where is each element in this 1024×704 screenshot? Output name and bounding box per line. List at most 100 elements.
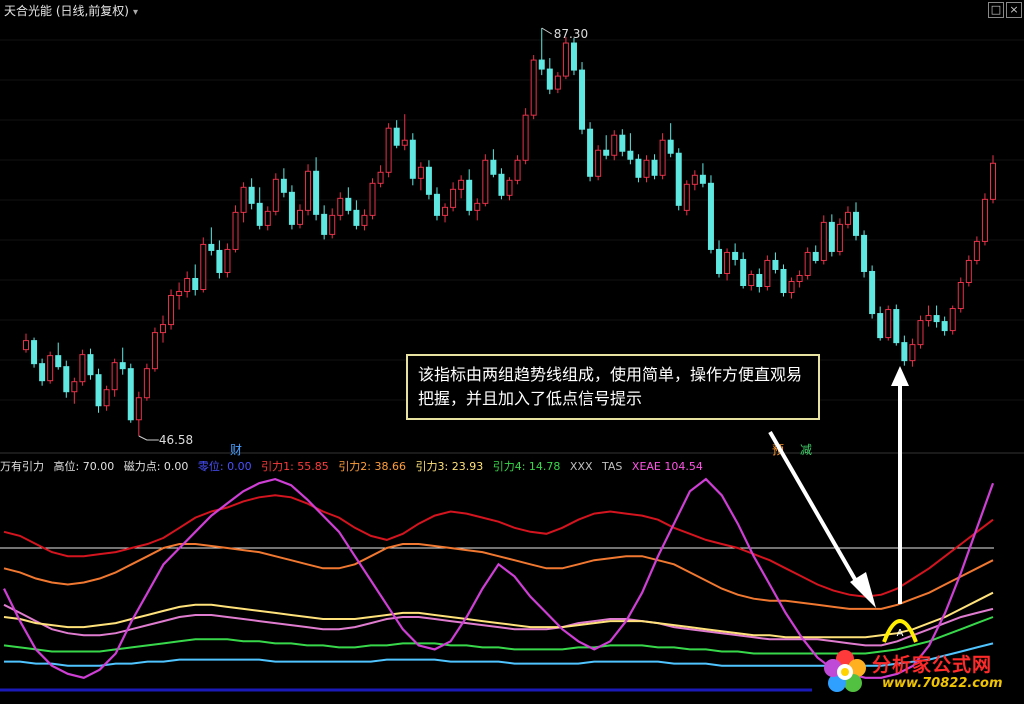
gravity-line: [3, 543, 994, 610]
candle-body: [466, 179, 473, 211]
annotation-callout: 该指标由两组趋势线组成，使用简单，操作方便直观易把握，并且加入了低点信号提示: [406, 354, 820, 420]
candle-body: [433, 193, 440, 216]
high-label-leader: [541, 27, 552, 35]
candle-body: [337, 197, 344, 216]
candle-body: [103, 389, 110, 407]
candle-body: [168, 295, 175, 326]
readout-high: 高位: 70.00: [53, 460, 115, 473]
candle-body: [925, 315, 932, 322]
price-low-label: 46.58: [159, 433, 193, 447]
candle-body: [63, 366, 70, 393]
candle-body: [683, 183, 690, 211]
candle-body: [699, 174, 706, 184]
candle-body: [200, 243, 207, 291]
candle-body: [442, 206, 449, 216]
candle-body: [740, 258, 747, 287]
candle-body: [603, 149, 610, 156]
candle-body: [208, 243, 215, 251]
chevron-down-icon[interactable]: ▾: [133, 7, 138, 18]
candle-body: [627, 150, 634, 160]
candle-body: [772, 259, 779, 270]
candle-body: [981, 198, 988, 242]
readout-xxx: XXX: [569, 460, 593, 473]
stock-title: 天合光能 (日线,前复权): [4, 4, 129, 18]
candle-body: [756, 273, 763, 288]
candle-body: [393, 127, 400, 146]
candle-body: [296, 209, 303, 225]
stock-chart[interactable]: 87.3046.58财预减A: [0, 0, 1024, 704]
candle-body: [345, 197, 352, 211]
candle-body: [901, 342, 908, 362]
candle-body: [143, 368, 150, 399]
candle-body: [990, 162, 996, 200]
candle-body: [957, 281, 964, 310]
candle-body: [184, 277, 191, 293]
candle-body: [482, 159, 489, 204]
candle-body: [917, 320, 924, 346]
candle-body: [401, 139, 408, 146]
candle-body: [87, 354, 94, 376]
candle-body: [836, 223, 843, 252]
readout-zero: 零位: 0.00: [197, 460, 252, 473]
callout-arrow-diagonal: [768, 431, 862, 589]
close-button[interactable]: ×: [1006, 2, 1022, 18]
candle-body: [192, 277, 199, 291]
candle-body: [119, 362, 126, 370]
candle-body: [329, 214, 336, 235]
candle-body: [562, 42, 569, 77]
flower-logo-icon: [824, 650, 866, 692]
readout-xeae: XEAE 104.54: [631, 460, 703, 473]
candle-body: [369, 182, 376, 216]
indicator-name[interactable]: 万有引力: [0, 460, 44, 473]
low-label-leader: [138, 435, 159, 441]
candle-body: [385, 127, 392, 173]
candle-body: [796, 274, 803, 282]
readout-gravity2: 引力2: 38.66: [338, 460, 407, 473]
candle-body: [506, 179, 513, 196]
candle-body: [853, 211, 860, 236]
candle-body: [425, 166, 432, 195]
candle-body: [280, 178, 287, 193]
candle-body: [176, 291, 183, 297]
event-marker: 减: [800, 443, 812, 457]
candle-body: [635, 158, 642, 178]
candle-body: [224, 248, 231, 273]
candle-body: [538, 59, 545, 70]
candle-body: [659, 139, 666, 176]
candle-body: [611, 134, 618, 156]
candle-body: [804, 251, 811, 276]
candle-body: [530, 59, 537, 116]
candle-body: [667, 139, 674, 154]
candle-body: [305, 170, 312, 211]
maximize-button[interactable]: □: [988, 2, 1004, 18]
candle-body: [256, 202, 263, 226]
candle-body: [71, 381, 78, 393]
candle-body: [159, 324, 166, 334]
candle-body: [820, 221, 827, 261]
candle-body: [248, 186, 255, 204]
candle-body: [490, 159, 497, 175]
candle-body: [232, 211, 239, 250]
readout-magnet: 磁力点: 0.00: [123, 460, 189, 473]
event-marker: 财: [230, 443, 242, 457]
candle-body: [417, 166, 424, 179]
logo-url: www.70822.com: [882, 676, 1003, 691]
candle-body: [812, 251, 819, 261]
candle-body: [732, 251, 739, 260]
candle-body: [691, 174, 698, 185]
candle-body: [39, 363, 46, 382]
price-high-label: 87.30: [554, 27, 588, 41]
candle-body: [361, 214, 368, 226]
candle-body: [716, 248, 723, 274]
candle-body: [893, 309, 900, 344]
candle-body: [31, 340, 38, 365]
candle-body: [780, 268, 787, 294]
candle-body: [941, 321, 948, 332]
candle-body: [216, 249, 223, 273]
candle-body: [353, 209, 360, 226]
candle-body: [474, 202, 481, 211]
candle-body: [861, 234, 868, 272]
candle-body: [869, 270, 876, 315]
candle-body: [546, 68, 553, 90]
readout-gravity1: 引力1: 55.85: [261, 460, 329, 473]
